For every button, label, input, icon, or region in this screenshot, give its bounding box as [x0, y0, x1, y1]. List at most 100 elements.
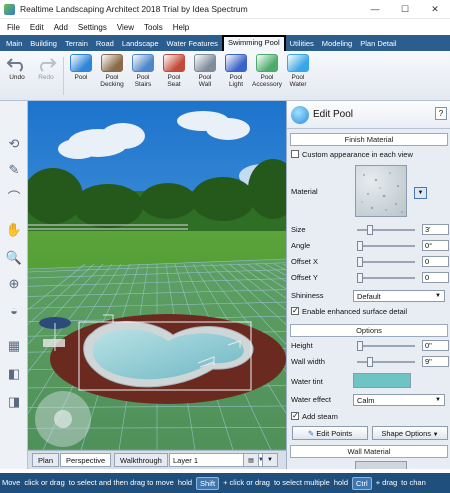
tab-plan[interactable]: Plan	[32, 453, 60, 467]
material-swatch[interactable]	[355, 165, 407, 217]
redo-button[interactable]: Redo	[31, 54, 61, 98]
curve-icon[interactable]: ⌒	[3, 185, 25, 207]
viewport-bar: Plan Perspective Walkthrough Layer 1 ▼ ▤…	[28, 450, 286, 469]
tab-road[interactable]: Road	[92, 37, 118, 51]
menu-edit[interactable]: Edit	[25, 23, 49, 32]
tool-stairs-button[interactable]: Pool Stairs	[128, 54, 158, 98]
slider-thumb[interactable]	[357, 273, 363, 283]
enhanced-detail-label: Enable enhanced surface detail	[302, 307, 408, 316]
menu-file[interactable]: File	[2, 23, 25, 32]
status-text: + click or drag	[223, 478, 270, 487]
size-value[interactable]: 3'	[422, 224, 449, 235]
edit-points-button[interactable]: ✎ Edit Points	[292, 426, 368, 440]
edit-points-icon: ✎	[307, 429, 317, 438]
help-button[interactable]: ?	[435, 107, 447, 120]
panel-header: Edit Pool ?	[287, 101, 450, 129]
shape-options-label: Shape Options	[381, 429, 431, 438]
slider-thumb[interactable]	[367, 357, 373, 367]
material-picker-button[interactable]: ▼	[414, 187, 427, 199]
enhanced-detail-checkbox[interactable]: Enable enhanced surface detail	[291, 305, 447, 318]
tab-terrain[interactable]: Terrain	[61, 37, 92, 51]
tool-water-button[interactable]: Pool Water	[283, 54, 313, 98]
eraser-icon[interactable]: ◨	[3, 391, 25, 413]
tool-pool-button[interactable]: Pool	[66, 54, 96, 98]
add-steam-checkbox[interactable]: Add steam	[291, 410, 447, 423]
checkbox-box	[291, 410, 299, 422]
tool-seat-button[interactable]: Pool Seat	[159, 54, 189, 98]
wall-material-swatch[interactable]	[355, 461, 407, 469]
tab-perspective[interactable]: Perspective	[60, 453, 112, 467]
pencil-icon[interactable]: ✎	[3, 159, 25, 181]
minimize-button[interactable]: —	[360, 0, 390, 19]
custom-appearance-checkbox[interactable]: Custom appearance in each view	[291, 149, 447, 161]
wall-material-header: Wall Material	[290, 445, 448, 458]
wall-width-value[interactable]: 9"	[422, 356, 449, 367]
snap-icon[interactable]: ◧	[3, 363, 25, 385]
tab-plan-detail[interactable]: Plan Detail	[356, 37, 400, 51]
maximize-button[interactable]: ☐	[390, 0, 420, 19]
tab-water-features[interactable]: Water Features	[163, 37, 222, 51]
tab-landscape[interactable]: Landscape	[118, 37, 163, 51]
close-button[interactable]: ✕	[420, 0, 450, 19]
zoom-icon[interactable]: 🔍	[3, 247, 25, 269]
finish-material-header: Finish Material	[290, 133, 448, 146]
wall-width-row: Wall width 9"	[291, 356, 449, 368]
tab-swimming-pool[interactable]: Swimming Pool	[221, 35, 286, 51]
height-label: Height	[291, 341, 313, 350]
status-text: hold	[333, 478, 349, 487]
tool-wall-button[interactable]: Pool Wall	[190, 54, 220, 98]
menu-view[interactable]: View	[112, 23, 139, 32]
checkbox-box	[291, 150, 299, 159]
offset-y-value[interactable]: 0	[422, 272, 449, 283]
water-effect-select[interactable]: Calm ▼	[353, 394, 445, 406]
tab-utilities[interactable]: Utilities	[286, 37, 318, 51]
menu-help[interactable]: Help	[168, 23, 194, 32]
height-slider[interactable]	[357, 341, 415, 351]
status-text: to chan	[401, 478, 426, 487]
undo-button[interactable]: Undo	[2, 54, 32, 98]
offset-x-slider[interactable]	[357, 257, 415, 267]
menu-tools[interactable]: Tools	[139, 23, 168, 32]
zoom-extents-icon[interactable]: ⊕	[3, 273, 25, 295]
wall-width-slider[interactable]	[357, 357, 415, 367]
tab-walkthrough[interactable]: Walkthrough	[114, 453, 168, 467]
angle-value[interactable]: 0°	[422, 240, 449, 251]
offset-x-value[interactable]: 0	[422, 256, 449, 267]
tab-building[interactable]: Building	[26, 37, 61, 51]
tool-light-button[interactable]: Pool Light	[221, 54, 251, 98]
size-slider[interactable]	[357, 225, 415, 235]
offset-y-slider[interactable]	[357, 273, 415, 283]
stairs-icon	[132, 54, 154, 72]
height-value[interactable]: 0"	[422, 340, 449, 351]
tool-decking-button[interactable]: Pool Decking	[97, 54, 127, 98]
grid-toggle-icon[interactable]: ▦	[3, 335, 25, 357]
water-tint-swatch[interactable]	[353, 373, 411, 388]
shape-options-button[interactable]: Shape Options ▼	[372, 426, 448, 440]
water-effect-value: Calm	[357, 396, 375, 405]
status-key-shift: Shift	[196, 476, 220, 490]
status-text: + drag	[375, 478, 398, 487]
accessory-icon	[256, 54, 278, 72]
orbit-icon[interactable]: ◒	[3, 299, 25, 321]
slider-thumb[interactable]	[357, 257, 363, 267]
height-row: Height 0"	[291, 340, 449, 352]
perspective-viewport[interactable]	[28, 101, 286, 450]
menu-bar: File Edit Add Settings View Tools Help	[0, 19, 450, 35]
decking-icon	[101, 54, 123, 72]
slider-thumb[interactable]	[367, 225, 373, 235]
angle-slider[interactable]	[357, 241, 415, 251]
tab-main[interactable]: Main	[2, 37, 26, 51]
shininess-select[interactable]: Default ▼	[353, 290, 445, 302]
menu-settings[interactable]: Settings	[73, 23, 112, 32]
tab-modeling[interactable]: Modeling	[318, 37, 356, 51]
slider-thumb[interactable]	[357, 341, 363, 351]
layer-options-button[interactable]: ▤	[243, 453, 259, 467]
rotate-icon[interactable]: ⟲	[3, 133, 25, 155]
slider-thumb[interactable]	[357, 241, 363, 251]
layer-select-value: Layer 1	[173, 456, 199, 465]
window-title: Realtime Landscaping Architect 2018 Tria…	[20, 4, 248, 14]
hand-pan-icon[interactable]: ✋	[3, 219, 25, 241]
layer-dropdown-button[interactable]: ▼	[262, 453, 278, 467]
menu-add[interactable]: Add	[49, 23, 73, 32]
tool-accessory-button[interactable]: Pool Accessory	[252, 54, 282, 98]
